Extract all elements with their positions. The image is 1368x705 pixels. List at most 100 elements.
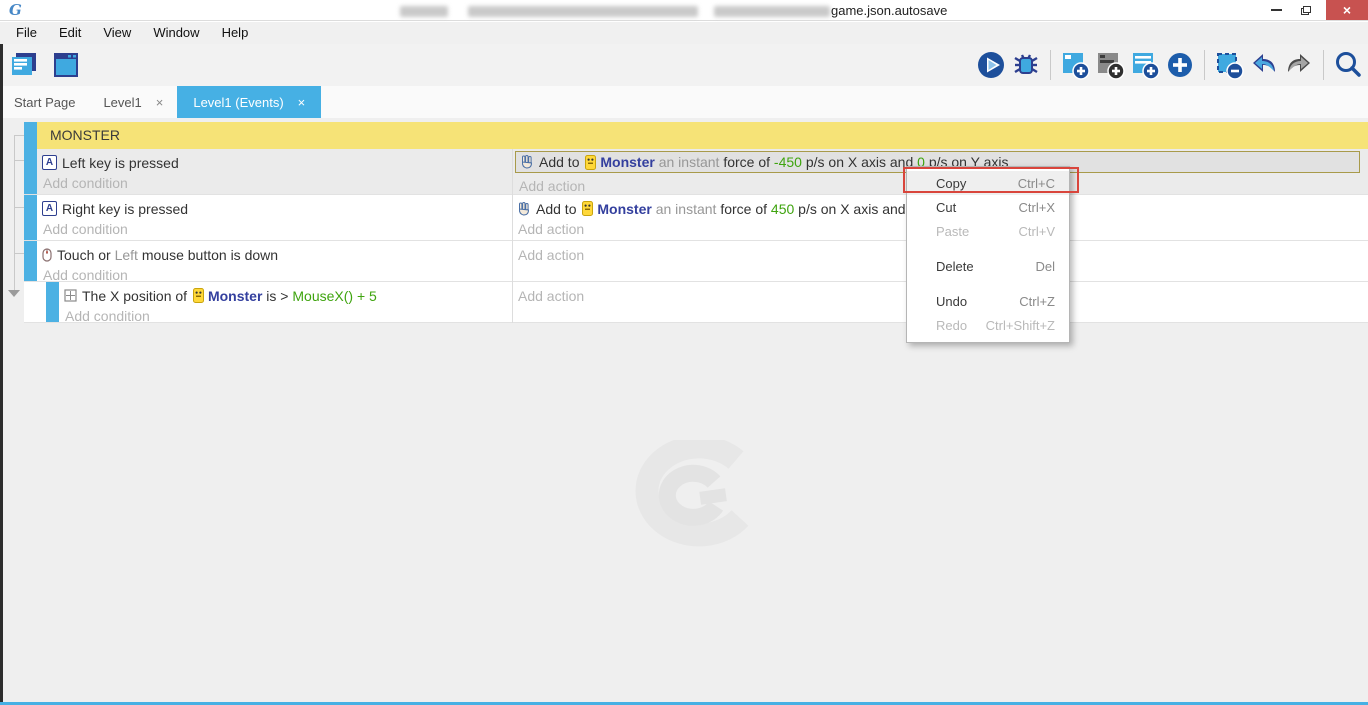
search-icon[interactable] <box>1332 49 1364 81</box>
redo-icon[interactable] <box>1283 49 1315 81</box>
condition-text: is <box>262 288 280 304</box>
menu-item-label: Cut <box>936 200 956 215</box>
add-condition-button[interactable]: Add condition <box>42 173 512 193</box>
tree-line <box>14 207 24 208</box>
keyboard-key-icon: A <box>42 155 57 170</box>
add-condition-button[interactable]: Add condition <box>64 306 512 326</box>
minimize-button[interactable] <box>1262 0 1290 20</box>
title-redacted-text <box>400 6 448 17</box>
close-button[interactable]: × <box>1326 0 1368 20</box>
action-text: Add to <box>539 154 583 170</box>
menu-separator <box>907 243 1069 254</box>
condition-text: Left key is pressed <box>62 155 179 171</box>
subevent-row-1[interactable]: The X position of Monster is > MouseX() … <box>24 282 1368 323</box>
action-text: p/s on X axis and <box>794 201 909 217</box>
tab-level1-events[interactable]: Level1 (Events) × <box>177 86 321 118</box>
context-menu-item-redo[interactable]: Redo Ctrl+Shift+Z <box>907 313 1069 337</box>
deselect-all-icon[interactable] <box>1213 49 1245 81</box>
add-event-icon[interactable] <box>1059 49 1091 81</box>
title-redacted-text <box>468 6 698 17</box>
menubar: File Edit View Window Help <box>0 22 1368 44</box>
monster-object-icon <box>193 288 204 303</box>
menu-file[interactable]: File <box>5 22 48 44</box>
conditions-column: A Right key is pressed Add condition <box>37 195 512 240</box>
action-value: -450 <box>774 154 802 170</box>
left-panel-edge <box>0 44 3 705</box>
add-condition-button[interactable]: Add condition <box>42 219 512 239</box>
undo-icon[interactable] <box>1248 49 1280 81</box>
tab-level1[interactable]: Level1 × <box>89 86 177 118</box>
menu-item-label: Undo <box>936 294 967 309</box>
event-drag-bar[interactable] <box>24 149 37 194</box>
monster-object-icon <box>585 155 596 170</box>
condition-right-key[interactable]: A Right key is pressed <box>42 198 512 219</box>
object-name: Monster <box>597 201 651 217</box>
preview-play-icon[interactable] <box>975 49 1007 81</box>
action-value: 450 <box>771 201 794 217</box>
tree-line <box>14 253 24 254</box>
tab-close-icon[interactable]: × <box>298 95 306 110</box>
condition-expression: MouseX() + 5 <box>292 288 376 304</box>
object-name: Monster <box>600 154 654 170</box>
force-hand-icon <box>517 202 531 216</box>
action-text: an instant <box>655 154 724 170</box>
add-comment-icon[interactable] <box>1129 49 1161 81</box>
condition-left-key[interactable]: A Left key is pressed <box>42 152 512 173</box>
menu-view[interactable]: View <box>92 22 142 44</box>
monster-object-icon <box>582 201 593 216</box>
event-drag-bar[interactable] <box>24 195 37 240</box>
collapse-arrow-icon[interactable] <box>8 290 20 297</box>
keyboard-key-icon: A <box>42 201 57 216</box>
menu-help[interactable]: Help <box>211 22 260 44</box>
window-title: game.json.autosave <box>831 3 947 18</box>
position-icon <box>64 289 77 302</box>
comment-row-monster[interactable]: MONSTER <box>24 122 1368 149</box>
scene-editor-icon[interactable] <box>50 49 82 81</box>
add-action-button[interactable]: Add action <box>518 176 585 196</box>
event-row-3[interactable]: Touch or Left mouse button is down Add c… <box>24 241 1368 282</box>
menu-item-label: Delete <box>936 259 974 274</box>
event-row-2[interactable]: A Right key is pressed Add condition <box>24 195 1368 241</box>
toolbar <box>0 44 1368 86</box>
conditions-column: A Left key is pressed Add condition <box>37 149 512 194</box>
event-drag-bar[interactable] <box>46 282 59 322</box>
toolbar-separator <box>1204 50 1205 80</box>
toolbar-separator <box>1323 50 1324 80</box>
add-other-event-icon[interactable] <box>1164 49 1196 81</box>
menu-item-shortcut: Ctrl+V <box>1019 224 1055 239</box>
project-manager-icon[interactable] <box>8 49 40 81</box>
app-logo-icon: G <box>9 1 22 19</box>
action-text: force of <box>723 154 774 170</box>
condition-text: The X position of <box>82 288 191 304</box>
context-menu-item-undo[interactable]: Undo Ctrl+Z <box>907 289 1069 313</box>
context-menu-item-delete[interactable]: Delete Del <box>907 254 1069 278</box>
context-menu-item-cut[interactable]: Cut Ctrl+X <box>907 195 1069 219</box>
condition-action-divider <box>512 149 513 323</box>
condition-x-position[interactable]: The X position of Monster is > MouseX() … <box>64 285 512 306</box>
events-sheet: MONSTER A Left key is pressed Add condit… <box>0 118 1368 702</box>
action-text: an instant <box>652 201 721 217</box>
restore-button[interactable] <box>1292 0 1320 20</box>
condition-touch-mouse[interactable]: Touch or Left mouse button is down <box>42 244 512 265</box>
tab-start-page[interactable]: Start Page <box>0 86 89 118</box>
menu-separator <box>907 278 1069 289</box>
debugger-bug-icon[interactable] <box>1010 49 1042 81</box>
tree-line <box>14 135 15 293</box>
minimize-icon <box>1271 9 1282 11</box>
object-name: Monster <box>208 288 262 304</box>
action-text: Add to <box>536 201 580 217</box>
condition-text: Touch or <box>57 247 115 263</box>
menu-item-shortcut: Del <box>1035 259 1055 274</box>
menu-window[interactable]: Window <box>142 22 210 44</box>
menu-item-shortcut: Ctrl+Shift+Z <box>986 318 1055 333</box>
add-subevent-icon[interactable] <box>1094 49 1126 81</box>
event-drag-bar[interactable] <box>24 241 37 281</box>
menu-edit[interactable]: Edit <box>48 22 92 44</box>
restore-icon <box>1301 6 1311 15</box>
gdevelop-logo-watermark <box>604 440 764 557</box>
event-drag-bar[interactable] <box>24 122 37 149</box>
context-menu-item-paste[interactable]: Paste Ctrl+V <box>907 219 1069 243</box>
event-row-1[interactable]: A Left key is pressed Add condition <box>24 149 1368 195</box>
tab-close-icon[interactable]: × <box>156 95 164 110</box>
condition-param: Left <box>115 247 138 263</box>
